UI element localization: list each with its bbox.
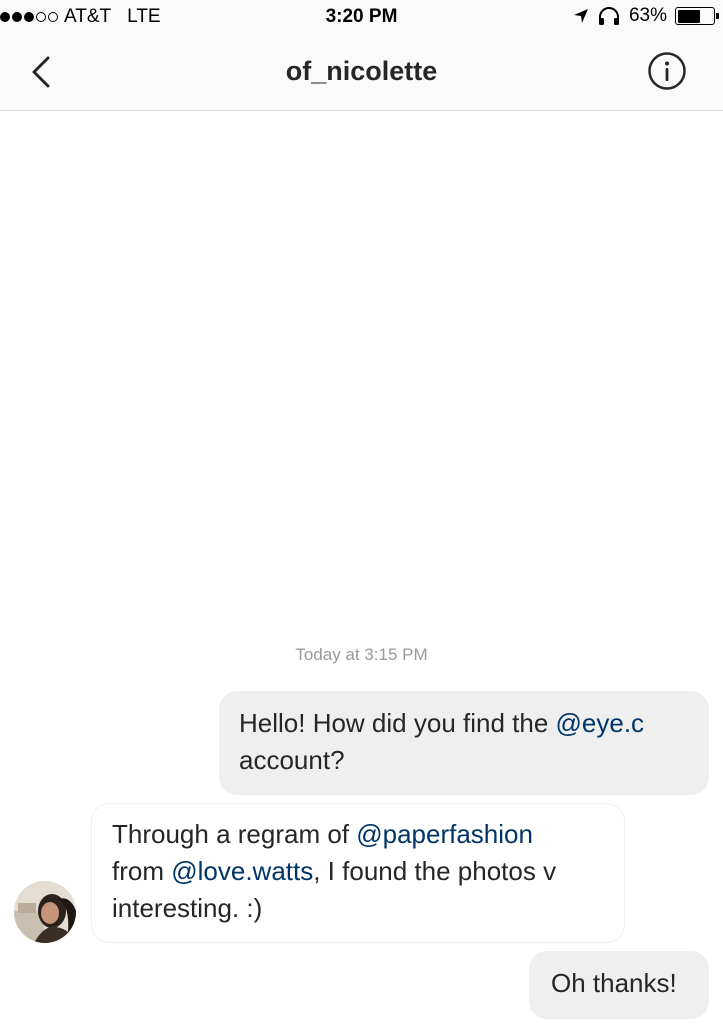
message-bubble-outgoing[interactable]: Oh thanks! — [529, 951, 709, 1019]
chevron-left-icon — [32, 56, 50, 88]
conversation-header: of_nicolette — [0, 34, 723, 111]
profile-photo — [14, 881, 76, 943]
message-text: from — [112, 856, 172, 886]
mention-link[interactable]: @love.watts — [171, 856, 313, 886]
status-right: 63% — [573, 5, 719, 27]
info-button[interactable] — [647, 51, 687, 91]
info-circle-icon — [648, 52, 686, 90]
status-bar: AT&T LTE 3:20 PM 63% — [0, 0, 723, 34]
battery-fill — [677, 9, 700, 23]
message-bubble-outgoing[interactable]: Hello! How did you find the @eye.c accou… — [219, 691, 709, 795]
message-text: Hello! How did you find the — [239, 708, 556, 738]
battery-percent: 63% — [628, 5, 667, 26]
message-text: Oh thanks! — [551, 968, 677, 998]
message-bubble-incoming[interactable]: Through a regram of @paperfashion from @… — [91, 803, 625, 943]
message-thread[interactable]: Today at 3:15 PM Hello! How did you find… — [0, 111, 723, 1024]
mention-link[interactable]: @eye.c — [556, 708, 645, 738]
battery-icon — [675, 7, 719, 25]
message-text: account? — [239, 745, 345, 775]
location-arrow-icon — [573, 9, 588, 23]
message-text: Through a regram of — [112, 819, 357, 849]
thread-timestamp: Today at 3:15 PM — [295, 645, 428, 664]
avatar[interactable] — [14, 881, 76, 943]
back-button[interactable] — [26, 52, 62, 92]
headphones-icon — [598, 7, 619, 25]
mention-link[interactable]: @paperfashion — [356, 819, 533, 849]
page-title: of_nicolette — [285, 56, 438, 86]
